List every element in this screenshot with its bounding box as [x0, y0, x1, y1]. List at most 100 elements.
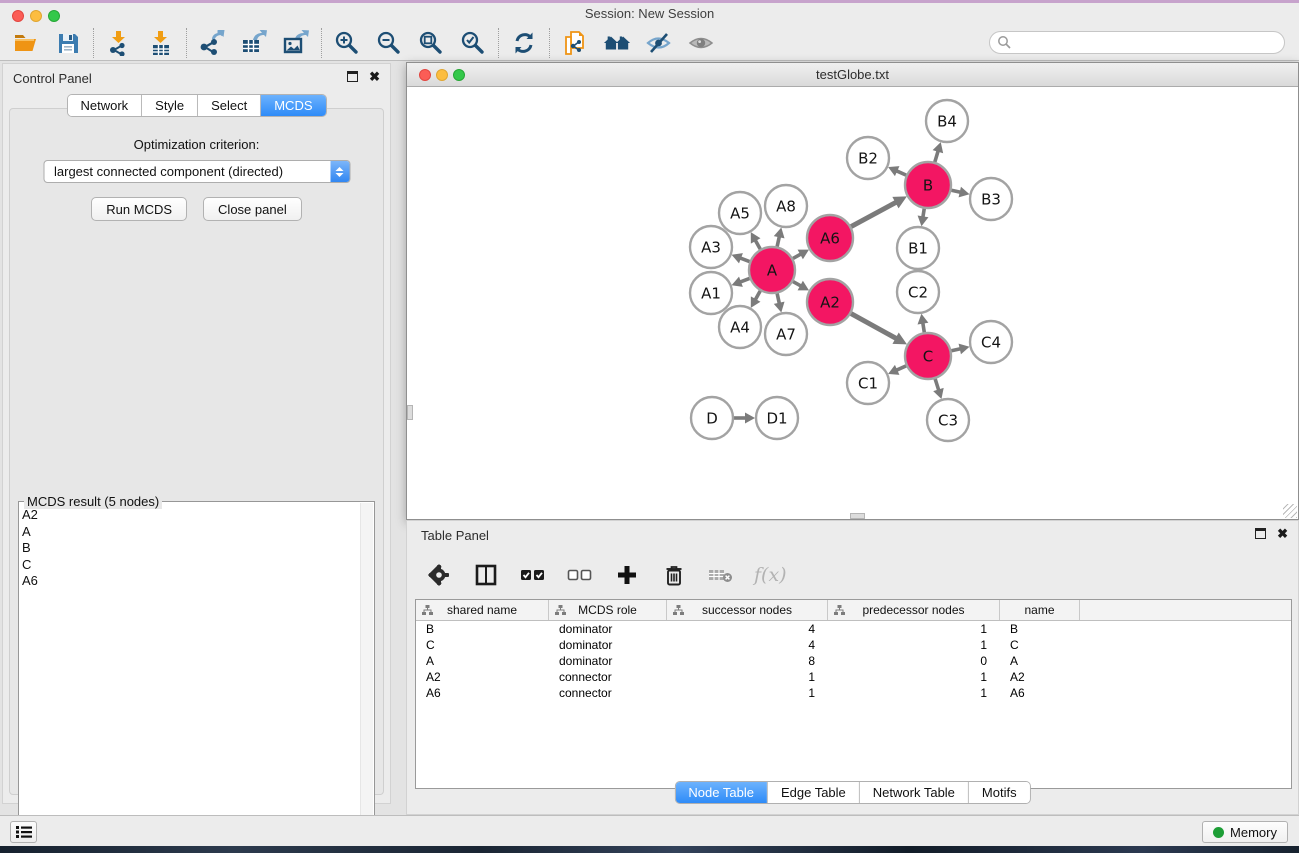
export-image-icon[interactable] — [282, 29, 310, 57]
window-resize-grip[interactable] — [1283, 504, 1297, 518]
tab-network-table[interactable]: Network Table — [860, 782, 969, 803]
column-header-successor-nodes[interactable]: successor nodes — [667, 600, 828, 620]
tab-motifs[interactable]: Motifs — [969, 782, 1030, 803]
table-cell: 1 — [828, 638, 1000, 652]
graph-node-label: A8 — [776, 197, 796, 215]
table-toolbar: f(x) — [425, 557, 787, 593]
table-header-row: shared nameMCDS rolesuccessor nodes prede… — [416, 600, 1291, 621]
tab-edge-table[interactable]: Edge Table — [768, 782, 860, 803]
new-network-from-selection-icon[interactable] — [561, 29, 589, 57]
main-titlebar: Session: New Session — [0, 3, 1299, 25]
column-header-MCDS-role[interactable]: MCDS role — [549, 600, 667, 620]
result-scrollbar[interactable] — [360, 503, 373, 837]
status-bar: Memory — [0, 815, 1299, 846]
result-list-item[interactable]: A6 — [22, 573, 356, 590]
table-row[interactable]: A6connector11A6 — [416, 685, 1291, 701]
graph-edge-arrowhead — [774, 227, 785, 238]
table-cell: 1 — [828, 622, 1000, 636]
zoom-in-icon[interactable] — [333, 29, 361, 57]
table-cell: 4 — [667, 638, 828, 652]
column-header-predecessor-nodes[interactable]: predecessor nodes — [828, 600, 1000, 620]
network-window-titlebar[interactable]: testGlobe.txt — [407, 63, 1298, 87]
zoom-out-icon[interactable] — [375, 29, 403, 57]
canvas-left-handle[interactable] — [407, 405, 413, 420]
float-panel-icon[interactable] — [347, 71, 358, 82]
table-row[interactable]: A2connector11A2 — [416, 669, 1291, 685]
graph-edge-A6-B[interactable] — [851, 202, 897, 227]
table-cell: A6 — [416, 686, 549, 700]
tab-select[interactable]: Select — [198, 95, 261, 116]
hide-panels-icon[interactable] — [645, 29, 673, 57]
table-cell: dominator — [549, 622, 667, 636]
graph-node-label: C4 — [981, 333, 1001, 351]
show-panels-icon[interactable] — [687, 29, 715, 57]
tab-node-table[interactable]: Node Table — [675, 782, 768, 803]
delete-column-icon[interactable] — [660, 561, 688, 589]
select-all-icon[interactable] — [519, 561, 547, 589]
network-canvas[interactable]: B4B2BB3A5A8A6A3B1AA1C2A2A4A7C4CC1DD1C3 — [407, 88, 1298, 519]
select-stepper-icon — [330, 161, 349, 182]
result-list-item[interactable]: A2 — [22, 507, 356, 524]
result-list-item[interactable]: B — [22, 540, 356, 557]
main-toolbar — [0, 25, 1299, 61]
control-panel-title: Control Panel — [13, 71, 92, 86]
add-column-icon[interactable] — [613, 561, 641, 589]
table-cell: dominator — [549, 638, 667, 652]
network-view-window: testGlobe.txt B4B2BB3A5A8A6A3B1AA1C2A2A4… — [406, 62, 1299, 520]
result-list-item[interactable]: A — [22, 524, 356, 541]
table-row[interactable]: Adominator80A — [416, 653, 1291, 669]
graph-edge-arrowhead — [959, 187, 970, 198]
table-cell: 1 — [828, 670, 1000, 684]
mcds-result-list: A2ABCA6 — [22, 507, 356, 834]
column-header-label: predecessor nodes — [862, 603, 964, 617]
export-table-icon[interactable] — [240, 29, 268, 57]
graph-node-label: A1 — [701, 284, 721, 302]
float-table-panel-icon[interactable] — [1255, 528, 1266, 539]
search-input[interactable] — [989, 31, 1285, 54]
run-mcds-button[interactable]: Run MCDS — [91, 197, 187, 221]
graph-node-label: A4 — [730, 318, 750, 336]
graph-node-label: A6 — [820, 229, 840, 247]
table-cell: 1 — [667, 670, 828, 684]
graph-node-label: C1 — [858, 374, 878, 392]
column-type-icon — [422, 605, 433, 616]
close-panel-icon[interactable]: ✖ — [369, 71, 380, 82]
column-header-name[interactable]: name — [1000, 600, 1080, 620]
desktop-wallpaper — [0, 846, 1299, 853]
graph-node-label: B3 — [981, 190, 1001, 208]
import-table-icon[interactable] — [147, 29, 175, 57]
import-network-icon[interactable] — [105, 29, 133, 57]
split-panel-icon[interactable] — [472, 561, 500, 589]
refresh-layout-icon[interactable] — [510, 29, 538, 57]
tab-network[interactable]: Network — [67, 95, 142, 116]
table-row[interactable]: Cdominator41C — [416, 637, 1291, 653]
result-list-item[interactable]: C — [22, 557, 356, 574]
graph-edge-arrowhead — [959, 344, 970, 355]
criterion-select[interactable]: largest connected component (directed) — [43, 160, 350, 183]
zoom-fit-icon[interactable] — [417, 29, 445, 57]
memory-button[interactable]: Memory — [1202, 821, 1288, 843]
task-history-button[interactable] — [10, 821, 37, 843]
function-builder-icon: f(x) — [754, 564, 787, 586]
graph-edge-arrowhead — [918, 216, 929, 227]
graph-node-label: C3 — [938, 411, 958, 429]
table-row[interactable]: Bdominator41B — [416, 621, 1291, 637]
column-header-shared-name[interactable]: shared name — [416, 600, 549, 620]
export-network-icon[interactable] — [198, 29, 226, 57]
zoom-selected-icon[interactable] — [459, 29, 487, 57]
unselect-all-icon[interactable] — [566, 561, 594, 589]
close-table-panel-icon[interactable]: ✖ — [1277, 528, 1288, 539]
open-session-icon[interactable] — [12, 29, 40, 57]
list-icon — [16, 825, 32, 839]
tab-mcds[interactable]: MCDS — [261, 95, 325, 116]
tab-style[interactable]: Style — [142, 95, 198, 116]
table-panel: Table Panel ✖ — [406, 520, 1299, 815]
table-cell: 1 — [667, 686, 828, 700]
canvas-bottom-handle[interactable] — [850, 513, 865, 519]
graph-edge-A2-C[interactable] — [851, 314, 897, 340]
close-panel-button[interactable]: Close panel — [203, 197, 302, 221]
table-cell: connector — [549, 670, 667, 684]
table-settings-icon[interactable] — [425, 561, 453, 589]
save-session-icon[interactable] — [54, 29, 82, 57]
home-icon[interactable] — [603, 29, 631, 57]
